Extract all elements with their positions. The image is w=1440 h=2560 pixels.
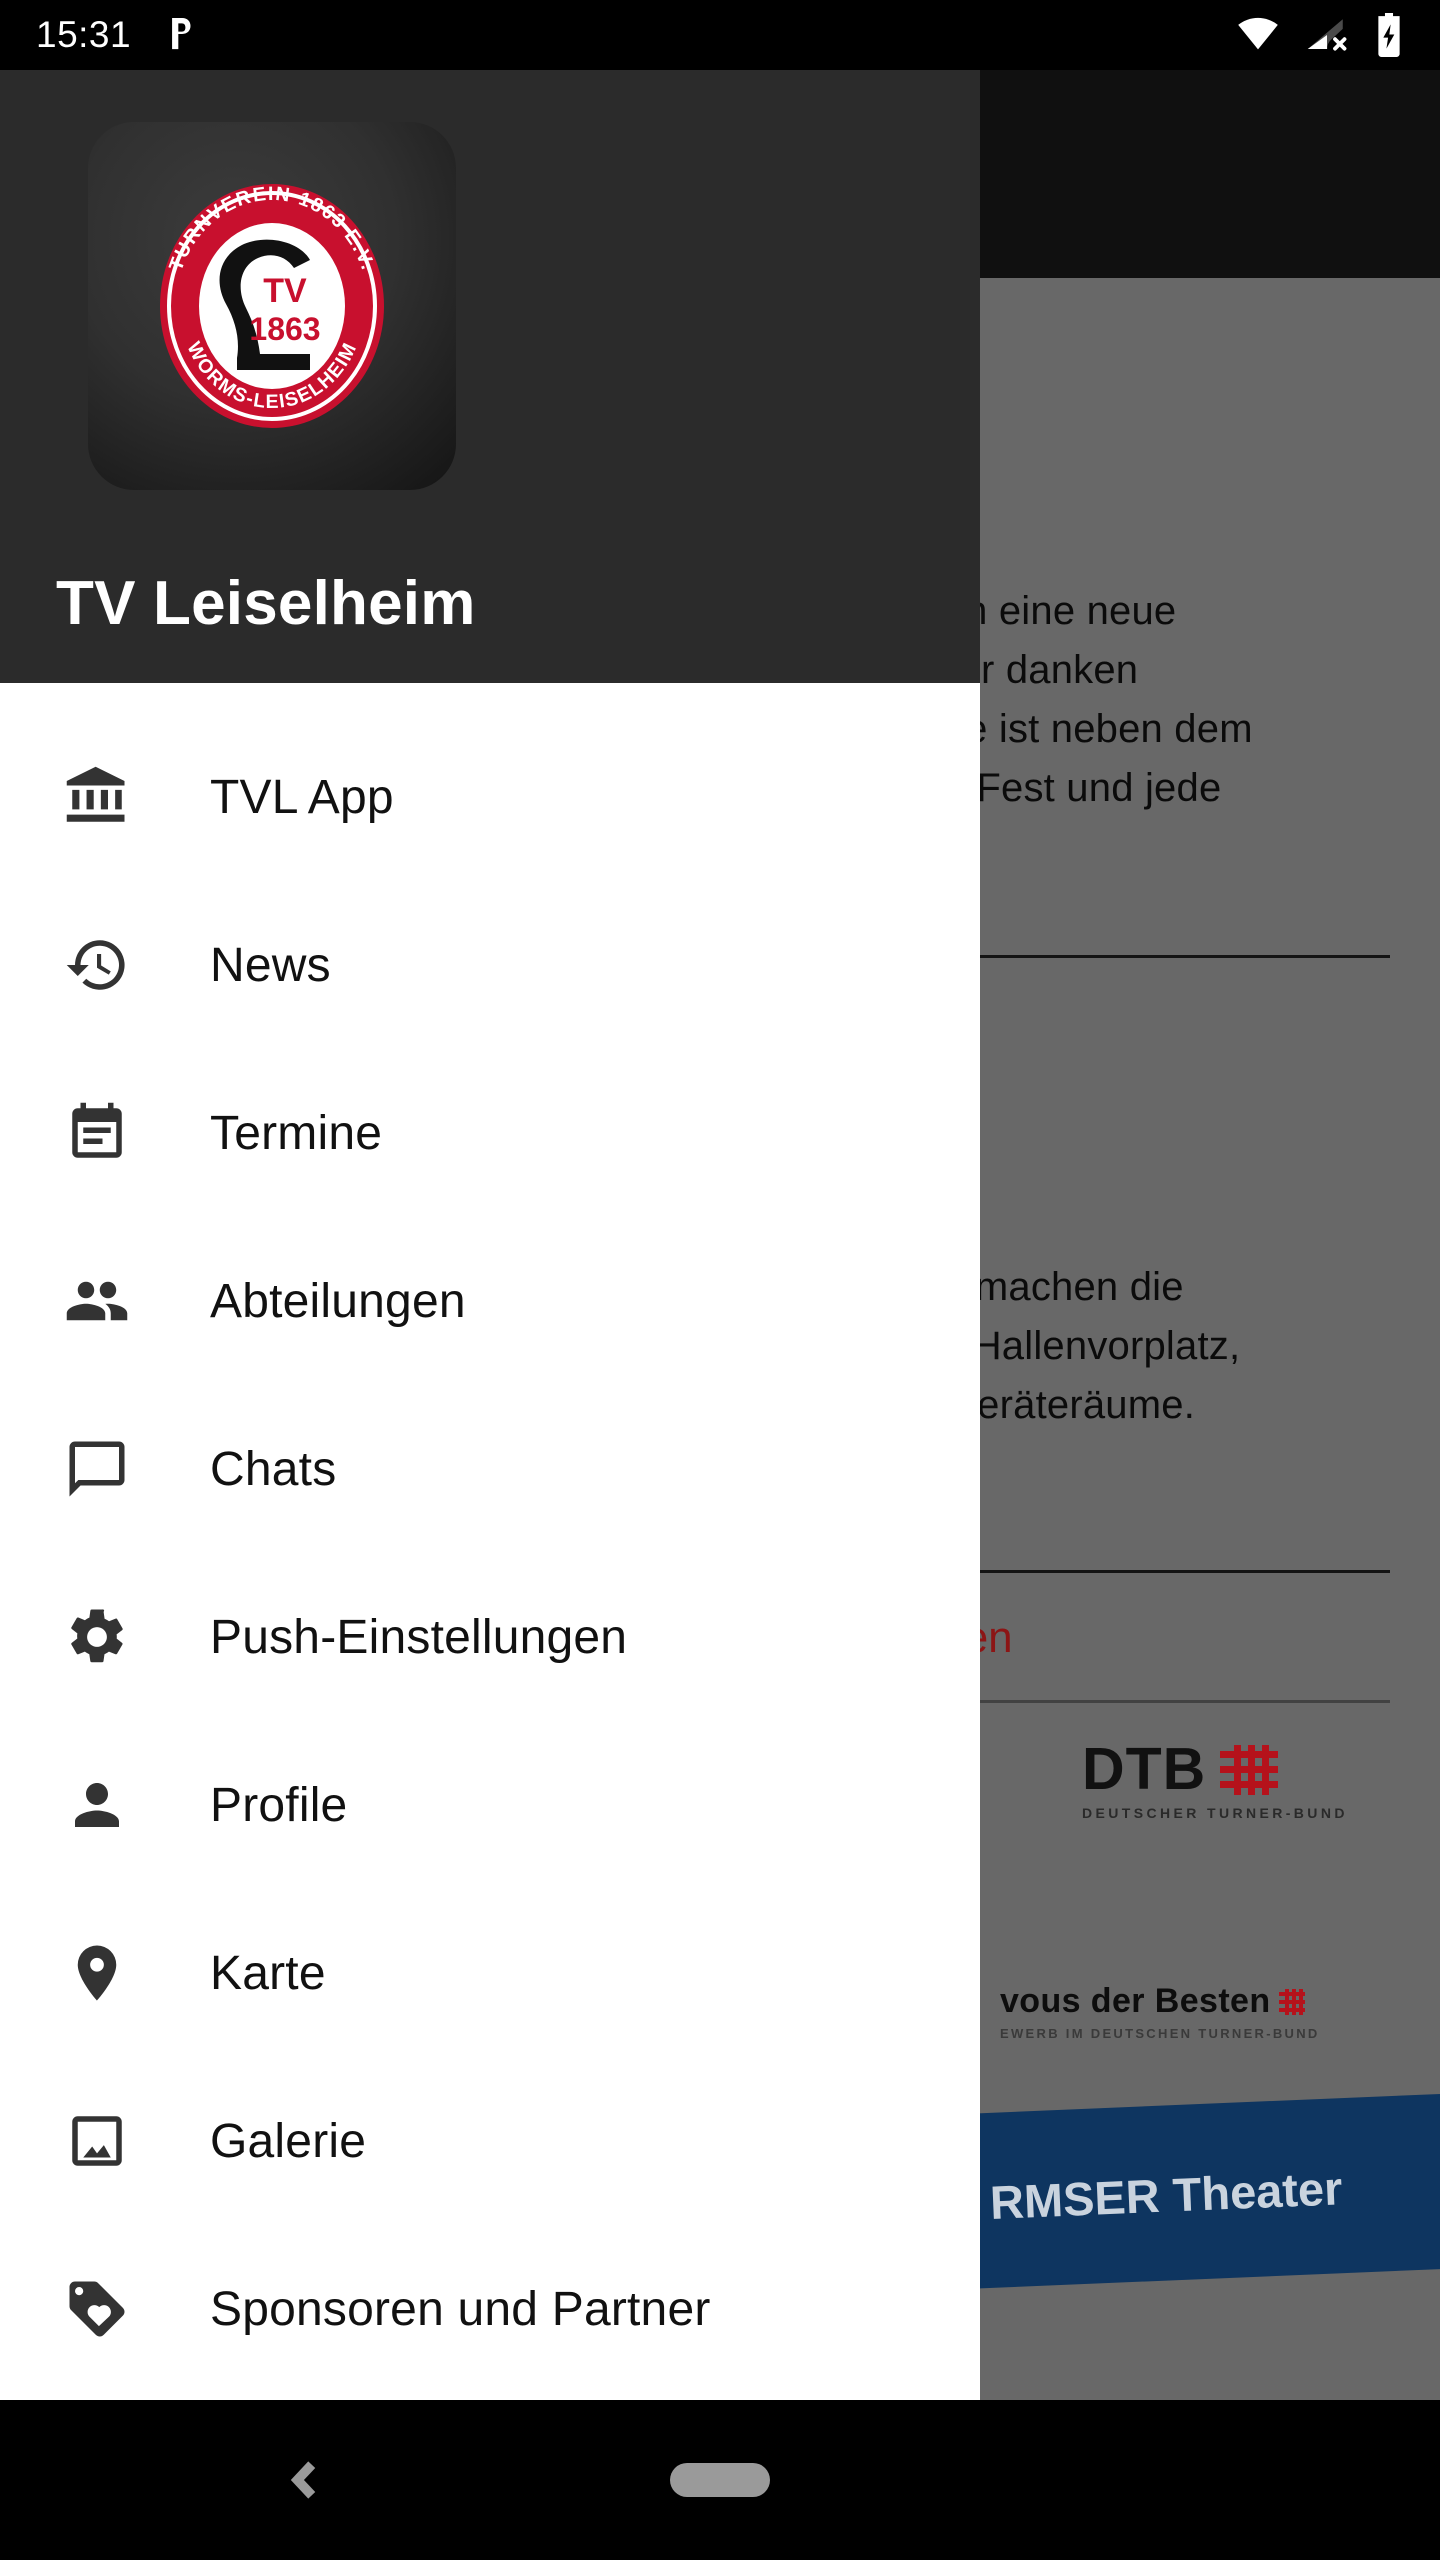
person-icon <box>58 1766 136 1844</box>
status-bar-notification-icons <box>165 15 199 55</box>
menu-item-galerie[interactable]: Galerie <box>0 2057 980 2225</box>
menu-item-sponsoren-und-partner[interactable]: Sponsoren und Partner <box>0 2225 980 2393</box>
location-pin-icon <box>58 1934 136 2012</box>
system-navigation-bar <box>0 2400 1440 2560</box>
menu-item-label: Galerie <box>210 2114 367 2168</box>
loyalty-tag-icon <box>58 2270 136 2348</box>
menu-item-label: News <box>210 938 331 992</box>
settings-gear-icon <box>58 1598 136 1676</box>
menu-item-news[interactable]: News <box>0 881 980 1049</box>
parking-p-icon <box>172 18 191 50</box>
menu-item-label: Profile <box>210 1778 348 1832</box>
menu-item-label: Abteilungen <box>210 1274 466 1328</box>
menu-item-label: Karte <box>210 1946 326 2000</box>
account-balance-icon <box>58 758 136 836</box>
menu-item-label: Push-Einstellungen <box>210 1610 628 1664</box>
menu-item-profile[interactable]: Profile <box>0 1721 980 1889</box>
menu-item-karte[interactable]: Karte <box>0 1889 980 2057</box>
club-crest-logo-icon: TV 1863 TURNVEREIN 1863 E.V. WORMS-LEISE… <box>160 183 384 428</box>
menu-item-label: TVL App <box>210 770 394 824</box>
people-icon <box>58 1262 136 1340</box>
chat-bubble-icon <box>58 1430 136 1508</box>
event-note-icon <box>58 1094 136 1172</box>
phone-screen: auch eine neue t. Wir danken üche ist ne… <box>0 0 1440 2560</box>
menu-item-label: Chats <box>210 1442 337 1496</box>
menu-item-tvl-app[interactable]: TVL App <box>0 713 980 881</box>
status-bar-clock: 15:31 <box>36 14 132 55</box>
app-logo-tile: TV 1863 TURNVEREIN 1863 E.V. WORMS-LEISE… <box>88 122 456 490</box>
wifi-icon <box>1238 17 1278 50</box>
menu-item-termine[interactable]: Termine <box>0 1049 980 1217</box>
history-icon <box>58 926 136 1004</box>
home-pill-icon[interactable] <box>670 2463 770 2497</box>
drawer-menu-list: TVL App News Termine Abteilungen Chats P… <box>0 683 980 2393</box>
menu-item-push-einstellungen[interactable]: Push-Einstellungen <box>0 1553 980 1721</box>
chevron-left-icon[interactable] <box>283 2457 329 2503</box>
drawer-title: TV Leiselheim <box>56 569 476 638</box>
status-bar: 15:31 <box>0 0 1440 70</box>
drawer-header: TV 1863 TURNVEREIN 1863 E.V. WORMS-LEISE… <box>0 70 980 683</box>
image-icon <box>58 2102 136 2180</box>
svg-text:TV: TV <box>263 272 307 310</box>
svg-text:1863: 1863 <box>249 311 320 347</box>
menu-item-abteilungen[interactable]: Abteilungen <box>0 1217 980 1385</box>
menu-item-label: Termine <box>210 1106 383 1160</box>
menu-item-label: Sponsoren und Partner <box>210 2282 711 2336</box>
cellular-no-sim-icon <box>1307 19 1347 51</box>
navigation-drawer: TV 1863 TURNVEREIN 1863 E.V. WORMS-LEISE… <box>0 70 980 2400</box>
status-bar-system-icons <box>1236 13 1404 57</box>
menu-item-chats[interactable]: Chats <box>0 1385 980 1553</box>
battery-charging-icon <box>1378 13 1400 57</box>
